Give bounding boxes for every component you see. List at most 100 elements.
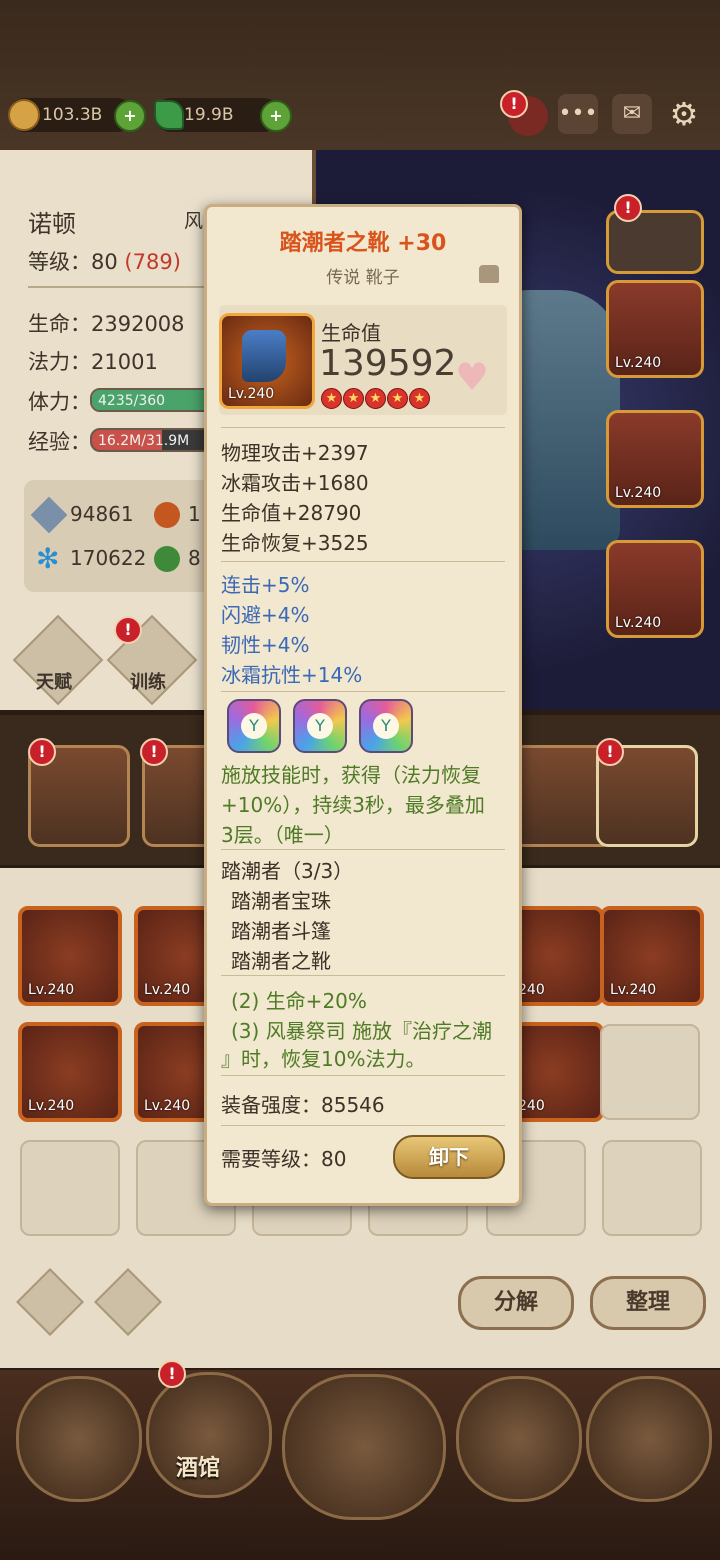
gem-symbol: Y [241,713,267,739]
training-alert-icon: ! [114,616,142,644]
inventory-item[interactable]: Lv.240 [18,1022,122,1122]
mail-icon[interactable]: ✉ [612,94,652,134]
coin-icon [8,99,40,131]
set-item: 踏潮者斗篷 [231,919,331,943]
unequip-button[interactable]: 卸下 [393,1135,505,1179]
extra-stat: 闪避+4% [221,603,310,627]
extra-stat: 韧性+4% [221,633,310,657]
hero-alert-icon: ! [140,738,168,766]
main-stat-label: 生命值 [321,321,381,345]
divider [221,849,505,850]
item-tooltip: 踏潮者之靴 +30 传说 靴子 Lv.240 生命值 139592 ★ ★ ★ ★ ★ … [204,204,522,1206]
main-stat-value: 139592 [319,343,457,384]
socket-gem-icon[interactable]: Y [293,699,347,753]
slot-level: Lv.240 [615,615,662,631]
add-gems-button[interactable]: + [260,100,292,132]
inventory-item[interactable]: Lv.240 [18,906,122,1006]
socket-gem-icon[interactable]: Y [359,699,413,753]
extra-stat: 连击+5% [221,573,310,597]
add-gold-button[interactable]: + [114,100,146,132]
attack-value: 94861 [70,502,134,526]
fire-value: 1 [188,502,201,526]
training-label: 训练 [130,672,166,693]
inventory-empty-slot[interactable] [602,1140,702,1236]
item-level: Lv.240 [610,982,657,998]
level-label: 等级： [28,250,91,274]
boots-icon [242,330,286,382]
nav-treasure-button[interactable] [456,1376,582,1502]
level-value: 80 [91,250,118,274]
hp-row: 生命：2392008 [28,308,185,338]
inventory-empty-slot[interactable] [20,1140,120,1236]
nature-icon [154,546,180,572]
inventory-item[interactable]: Lv.240 [600,906,704,1006]
mp-label: 法力： [28,350,91,374]
base-stat: 物理攻击+2397 [221,441,369,465]
level-bonus: (789) [124,250,181,274]
heart-icon: ♥ [455,355,490,399]
mp-row: 法力：21001 [28,346,158,376]
required-level-value: 80 [321,1147,347,1171]
divider [221,1125,505,1126]
extra-stat: 冰霜抗性+14% [221,663,363,687]
socket-gem-icon[interactable]: Y [227,699,281,753]
nav-adventure-button[interactable] [282,1374,446,1520]
set-bonus: 』时，恢复10%法力。 [221,1047,426,1071]
item-level: Lv.240 [28,982,75,998]
settings-gear-icon[interactable]: ⚙ [664,94,704,134]
hero-alert-icon: ! [596,738,624,766]
tavern-label: 酒馆 [176,1456,221,1481]
nature-value: 8 [188,546,201,570]
item-level: Lv.240 [228,386,275,402]
item-subtitle: 传说 靴子 [326,268,400,288]
gold-amount: 103.3B [42,105,103,125]
set-item: 踏潮者宝珠 [231,889,331,913]
set-item: 踏潮者之靴 [231,949,331,973]
power-label: 装备强度： [221,1093,321,1117]
item-level: 240 [518,982,545,998]
nav-forge-button[interactable] [586,1376,712,1502]
star-icon: ★ [409,388,430,409]
decompose-button[interactable]: 分解 [458,1276,574,1330]
hp-value: 2392008 [91,312,185,336]
slot-level: Lv.240 [615,485,662,501]
item-level: 240 [518,1098,545,1114]
divider [221,561,505,562]
star-icon: ★ [365,388,386,409]
star-icon: ★ [321,388,342,409]
level-row: 等级：80 (789) [28,246,181,276]
sort-button[interactable]: 整理 [590,1276,706,1330]
frost-icon: ✻ [36,542,60,575]
equip-slot-book[interactable]: Lv.240 [606,540,704,638]
power-row: 装备强度：85546 [221,1089,385,1118]
item-title: 踏潮者之靴 +30 [279,231,447,256]
required-level-label: 需要等级： [221,1147,321,1171]
stamina-text: 4235/360 [98,393,166,409]
gem-symbol: Y [373,713,399,739]
gem-amount: 19.9B [184,105,234,125]
fire-icon [154,502,180,528]
star-icon: ★ [387,388,408,409]
skill-text: 3层。（唯一） [221,823,344,847]
hp-label: 生命： [28,312,91,336]
item-level: Lv.240 [28,1098,75,1114]
talent-label: 天赋 [36,672,72,693]
base-stat: 生命值+28790 [221,501,362,525]
avatar-alert-icon: ! [500,90,528,118]
power-value: 85546 [321,1093,385,1117]
divider [221,691,505,692]
equip-slot-cloak[interactable]: Lv.240 [606,410,704,508]
star-rating: ★ ★ ★ ★ ★ [321,387,431,409]
leaf-gem-icon [154,100,184,130]
star-icon: ★ [343,388,364,409]
nav-town-button[interactable] [16,1376,142,1502]
equip-slot-orb[interactable]: Lv.240 [606,280,704,378]
chat-icon[interactable]: ••• [558,94,598,134]
hero-alert-icon: ! [28,738,56,766]
gem-symbol: Y [307,713,333,739]
item-level: Lv.240 [144,1098,191,1114]
inventory-empty-slot[interactable] [600,1024,700,1120]
item-level: Lv.240 [144,982,191,998]
skill-text: 施放技能时，获得（法力恢复 [221,763,481,787]
exp-label: 经验： [28,430,91,454]
